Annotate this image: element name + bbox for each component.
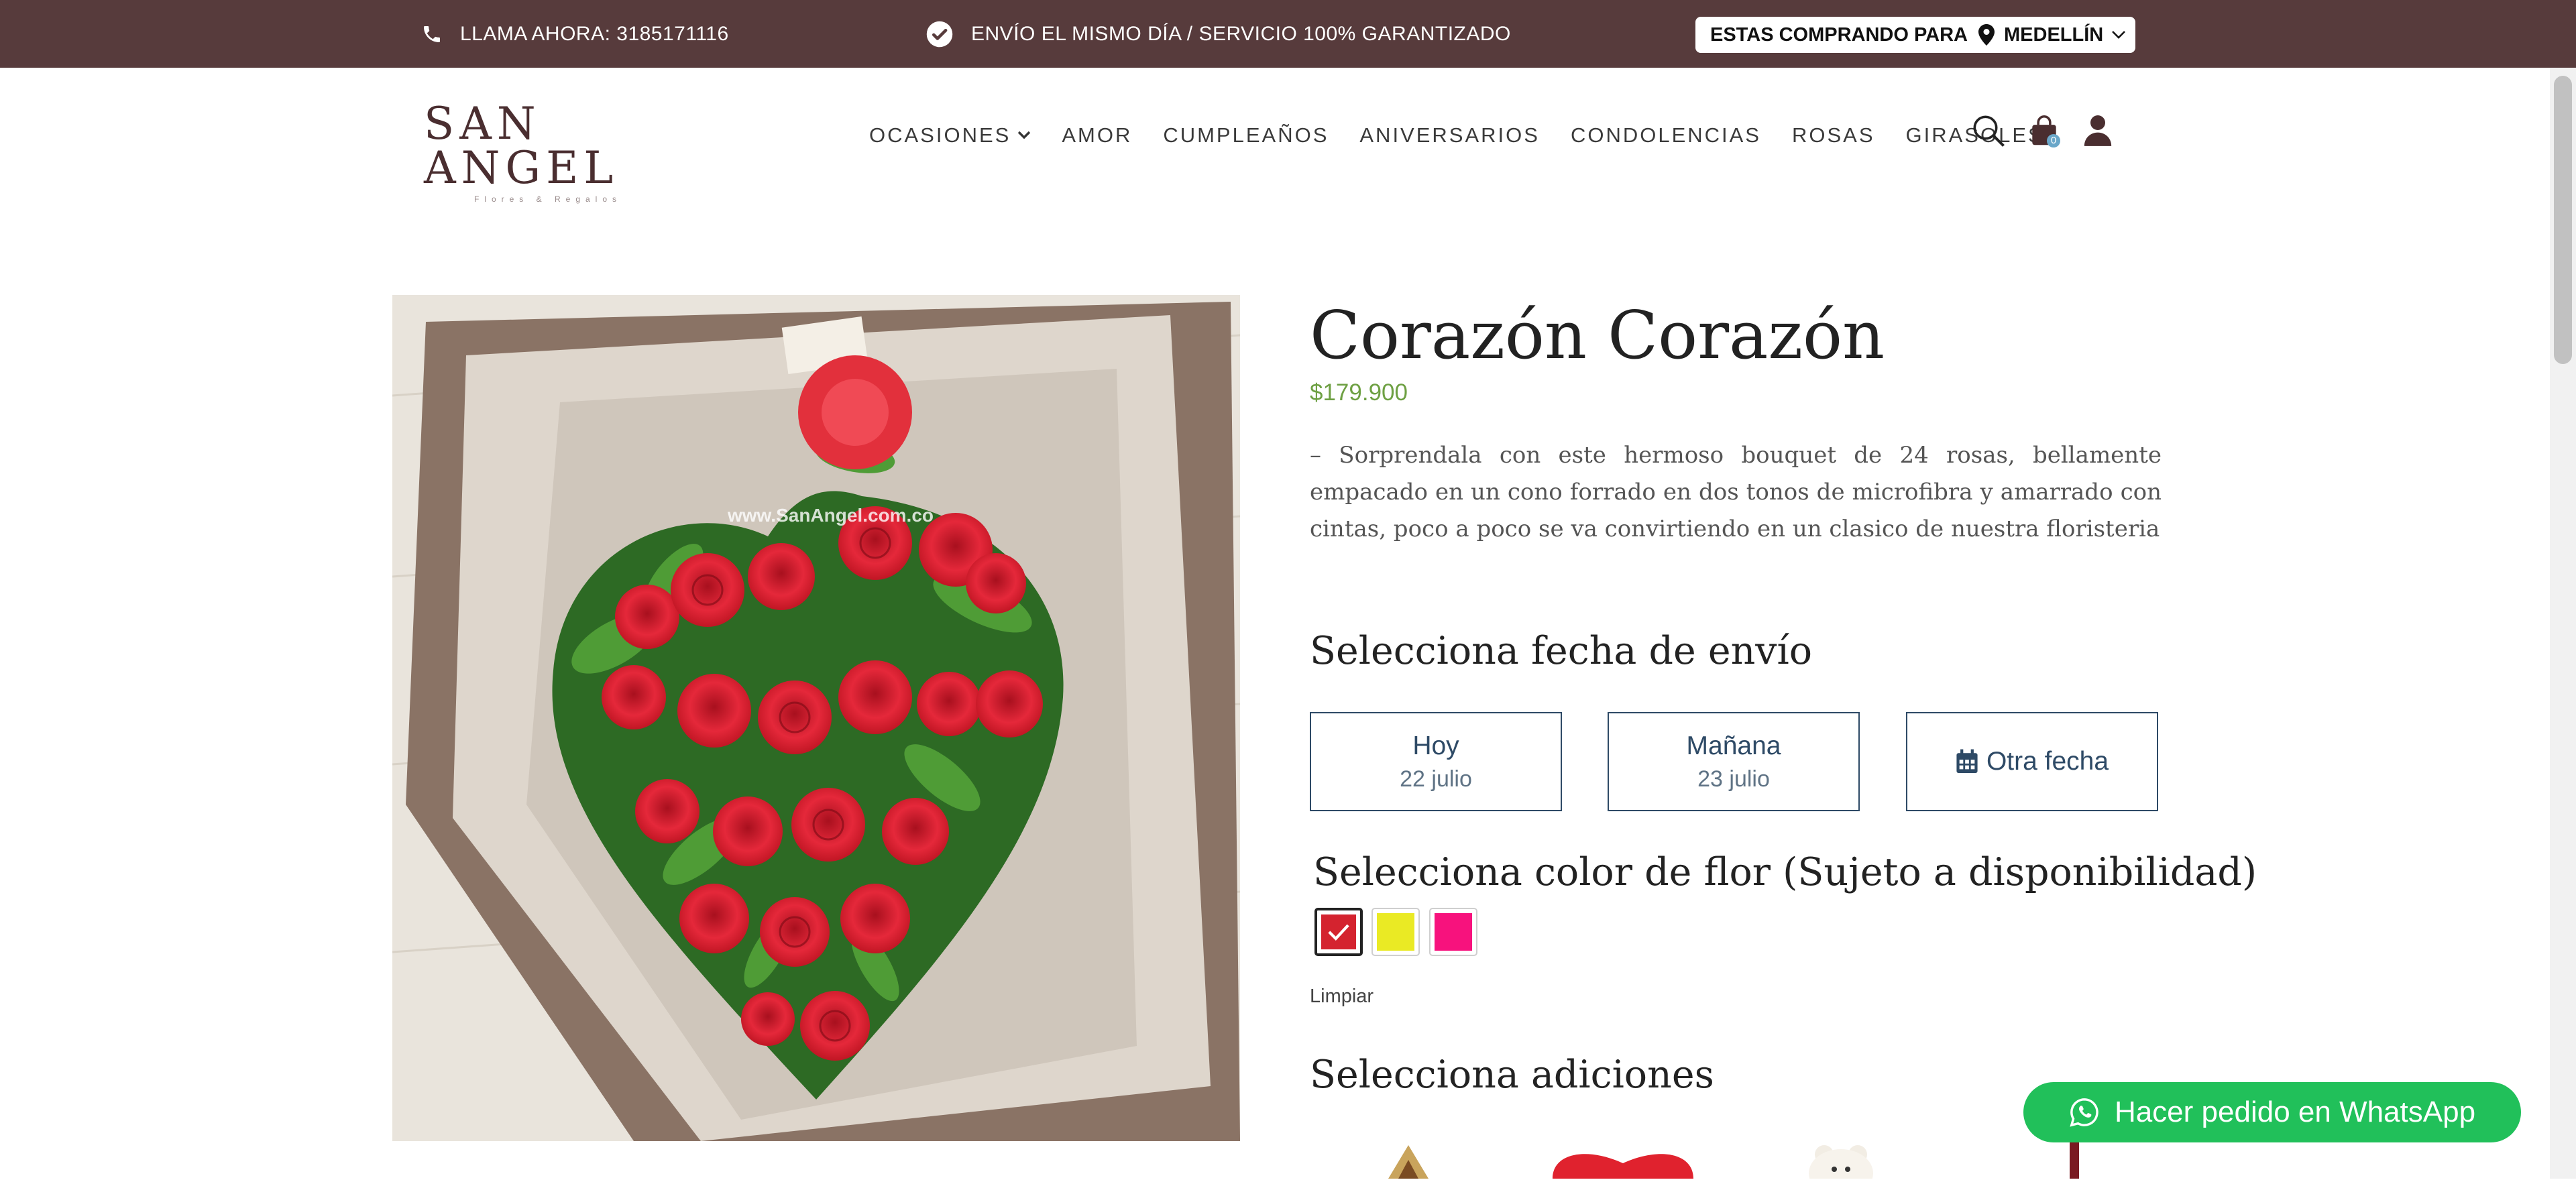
nav-label: CUMPLEAÑOS	[1163, 123, 1329, 147]
chevron-down-icon	[2111, 30, 2126, 40]
city-prefix: ESTAS COMPRANDO PARA	[1710, 23, 1968, 46]
nav-item-ocasiones[interactable]: OCASIONES	[869, 123, 1031, 147]
date-option-date: 22 julio	[1400, 766, 1472, 792]
date-option-label: Hoy	[1412, 731, 1459, 760]
date-option-label: Otra fecha	[1986, 747, 2109, 776]
product-description: – Sorprendala con este hermoso bouquet d…	[1310, 442, 2162, 542]
logo-tagline: Flores & Regalos	[473, 194, 622, 204]
color-swatch-red[interactable]	[1314, 908, 1363, 956]
phone-text: LLAMA AHORA: 3185171116	[460, 22, 729, 45]
whatsapp-icon	[2069, 1097, 2100, 1128]
nav-item-cumpleanos[interactable]: CUMPLEAÑOS	[1163, 123, 1329, 147]
addition-item-teddy-bear[interactable]	[1797, 1140, 1885, 1182]
phone-info[interactable]: LLAMA AHORA: 3185171116	[421, 0, 729, 68]
clear-color-link[interactable]: Limpiar	[1310, 986, 1374, 1008]
nav-label: OCASIONES	[869, 123, 1011, 147]
chevron-down-icon	[1017, 131, 1031, 140]
logo-text: SAN ANGEL	[424, 98, 619, 194]
color-swatch-yellow[interactable]	[1371, 908, 1420, 956]
nav-label: ANIVERSARIOS	[1359, 123, 1540, 147]
watermark-text: www.SanAngel.com.co	[727, 505, 934, 526]
nav-item-amor[interactable]: AMOR	[1062, 123, 1132, 147]
checkmark-icon	[1328, 924, 1349, 941]
product-image[interactable]: www.SanAngel.com.co	[392, 295, 1240, 1141]
check-circle-icon	[926, 20, 954, 48]
whatsapp-order-button[interactable]: Hacer pedido en WhatsApp	[2023, 1082, 2521, 1142]
addition-item-wine[interactable]	[2064, 1140, 2084, 1179]
nav-item-aniversarios[interactable]: ANIVERSARIOS	[1359, 123, 1540, 147]
city-name: MEDELLÍN	[2004, 23, 2104, 46]
date-option-label: Mañana	[1686, 731, 1781, 760]
product-title: Corazón Corazón	[1310, 298, 1885, 374]
product-price: $179.900	[1310, 379, 1408, 406]
user-account-icon[interactable]	[2083, 114, 2113, 150]
city-selector[interactable]: ESTAS COMPRANDO PARA MEDELLÍN	[1695, 17, 2135, 53]
page-scrollbar[interactable]	[2550, 68, 2576, 1179]
scrollbar-thumb[interactable]	[2554, 76, 2572, 364]
nav-label: CONDOLENCIAS	[1570, 123, 1761, 147]
nav-label: ROSAS	[1791, 123, 1875, 147]
date-option-other[interactable]: Otra fecha	[1906, 712, 2158, 811]
top-bar: LLAMA AHORA: 3185171116 ENVÍO EL MISMO D…	[0, 0, 2576, 68]
additions-title: Selecciona adiciones	[1310, 1053, 1714, 1097]
color-swatch-pink[interactable]	[1429, 908, 1477, 956]
cart-count-badge: 0	[2047, 134, 2060, 147]
main-nav: OCASIONES AMOR CUMPLEAÑOS ANIVERSARIOS C…	[869, 115, 2075, 156]
nav-label: AMOR	[1062, 123, 1133, 147]
shipping-info: ENVÍO EL MISMO DÍA / SERVICIO 100% GARAN…	[926, 0, 1511, 68]
nav-item-rosas[interactable]: ROSAS	[1792, 123, 1875, 147]
site-logo[interactable]: SAN ANGEL Flores & Regalos	[424, 102, 679, 204]
whatsapp-label: Hacer pedido en WhatsApp	[2114, 1096, 2476, 1128]
calendar-icon	[1956, 749, 1978, 774]
date-option-today[interactable]: Hoy 22 julio	[1310, 712, 1562, 811]
addition-item-chocolates[interactable]	[1375, 1140, 1442, 1179]
phone-icon	[421, 23, 443, 45]
flower-color-title: Selecciona color de flor (Sujeto a dispo…	[1313, 850, 2257, 894]
shipping-text: ENVÍO EL MISMO DÍA / SERVICIO 100% GARAN…	[971, 22, 1511, 45]
date-option-date: 23 julio	[1697, 766, 1770, 792]
addition-item-heart-balloon[interactable]	[1546, 1140, 1700, 1179]
date-option-tomorrow[interactable]: Mañana 23 julio	[1608, 712, 1860, 811]
nav-item-condolencias[interactable]: CONDOLENCIAS	[1571, 123, 1761, 147]
location-pin-icon	[1978, 24, 1995, 46]
search-icon[interactable]	[1970, 113, 2007, 152]
shipping-date-title: Selecciona fecha de envío	[1310, 629, 1813, 673]
